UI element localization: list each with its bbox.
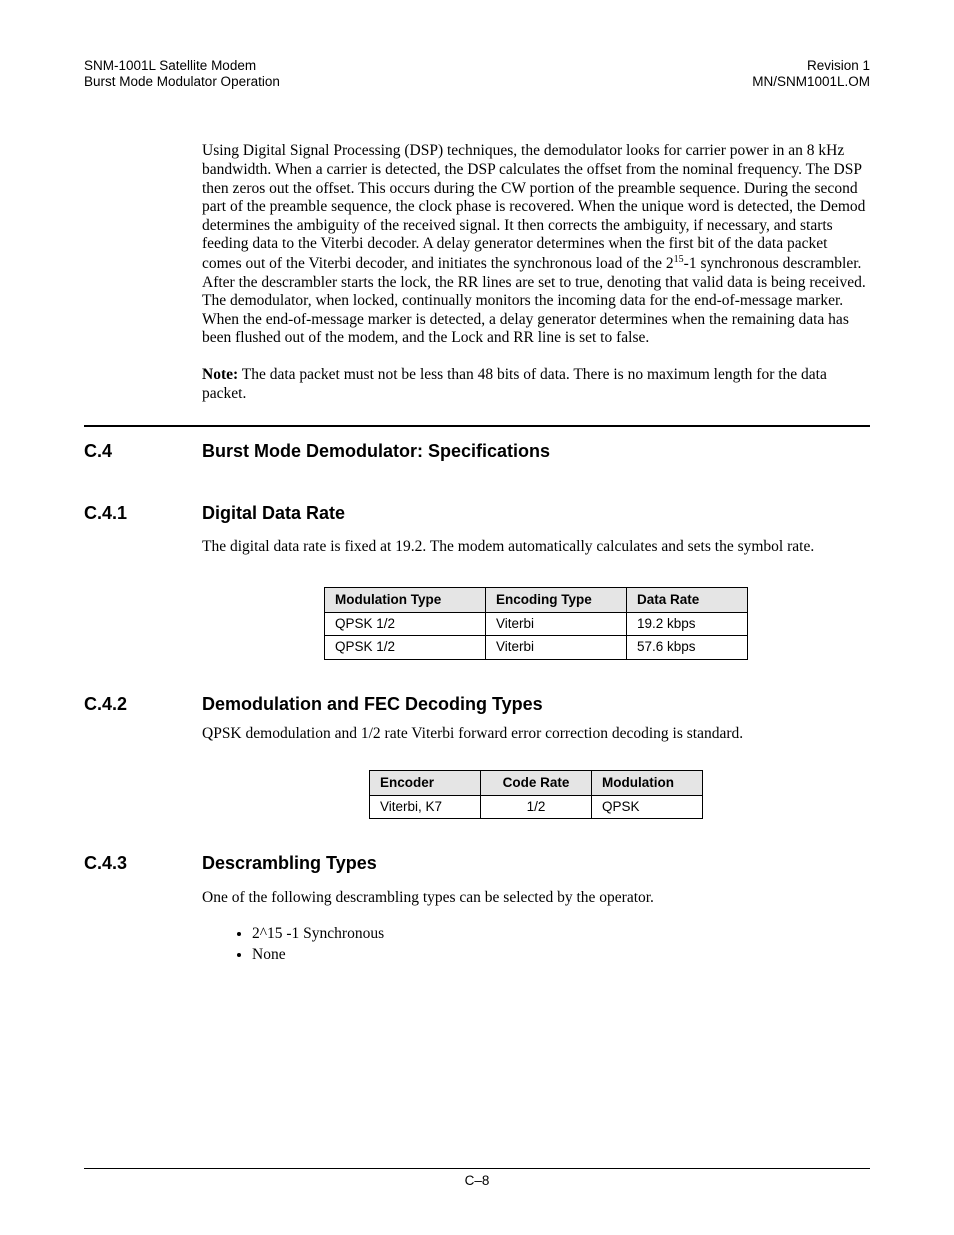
- c43-body: One of the following descrambling types …: [202, 889, 870, 965]
- heading-c42-title: Demodulation and FEC Decoding Types: [202, 694, 543, 716]
- heading-c42: C.4.2 Demodulation and FEC Decoding Type…: [84, 694, 870, 716]
- cell-rate: 57.6 kbps: [627, 636, 748, 659]
- col-data-rate: Data Rate: [627, 588, 748, 613]
- c41-body: The digital data rate is fixed at 19.2. …: [202, 538, 870, 659]
- table-header-row: Modulation Type Encoding Type Data Rate: [325, 588, 748, 613]
- header-right-line1: Revision 1: [752, 58, 870, 74]
- cell-code-rate: 1/2: [481, 795, 592, 818]
- col-encoding-type: Encoding Type: [486, 588, 627, 613]
- c42-paragraph: QPSK demodulation and 1/2 rate Viterbi f…: [202, 725, 870, 744]
- para1-part-a: Using Digital Signal Processing (DSP) te…: [202, 142, 865, 272]
- cell-encoder: Viterbi, K7: [370, 795, 481, 818]
- cell-mod: QPSK 1/2: [325, 636, 486, 659]
- col-encoder: Encoder: [370, 770, 481, 795]
- intro-paragraph: Using Digital Signal Processing (DSP) te…: [202, 142, 870, 348]
- c42-body: QPSK demodulation and 1/2 rate Viterbi f…: [202, 725, 870, 819]
- heading-c4-num: C.4: [84, 441, 202, 463]
- c41-paragraph: The digital data rate is fixed at 19.2. …: [202, 538, 870, 557]
- header-left-line2: Burst Mode Modulator Operation: [84, 74, 280, 90]
- heading-c4-title: Burst Mode Demodulator: Specifications: [202, 441, 550, 463]
- table-row: QPSK 1/2 Viterbi 19.2 kbps: [325, 613, 748, 636]
- list-item: None: [252, 946, 870, 965]
- heading-c42-num: C.4.2: [84, 694, 202, 716]
- heading-c43-title: Descrambling Types: [202, 853, 377, 875]
- table-row: QPSK 1/2 Viterbi 57.6 kbps: [325, 636, 748, 659]
- superscript-15: 15: [674, 254, 684, 265]
- page-number: C–8: [465, 1173, 490, 1188]
- table-header-row: Encoder Code Rate Modulation: [370, 770, 703, 795]
- cell-rate: 19.2 kbps: [627, 613, 748, 636]
- note-paragraph: Note: The data packet must not be less t…: [202, 366, 870, 403]
- descrambling-list: 2^15 -1 Synchronous None: [202, 925, 870, 964]
- heading-c43: C.4.3 Descrambling Types: [84, 853, 870, 875]
- cell-enc: Viterbi: [486, 613, 627, 636]
- heading-c43-num: C.4.3: [84, 853, 202, 875]
- header-right-line2: MN/SNM1001L.OM: [752, 74, 870, 90]
- c43-paragraph: One of the following descrambling types …: [202, 889, 870, 908]
- page: SNM-1001L Satellite Modem Burst Mode Mod…: [0, 0, 954, 1235]
- table-row: Viterbi, K7 1/2 QPSK: [370, 795, 703, 818]
- heading-c4: C.4 Burst Mode Demodulator: Specificatio…: [84, 441, 870, 463]
- heading-c41-title: Digital Data Rate: [202, 503, 345, 525]
- header-left-line1: SNM-1001L Satellite Modem: [84, 58, 280, 74]
- col-code-rate: Code Rate: [481, 770, 592, 795]
- heading-c41-num: C.4.1: [84, 503, 202, 525]
- cell-enc: Viterbi: [486, 636, 627, 659]
- cell-modulation: QPSK: [592, 795, 703, 818]
- heading-c41: C.4.1 Digital Data Rate: [84, 503, 870, 525]
- list-item: 2^15 -1 Synchronous: [252, 925, 870, 944]
- footer-rule: [84, 1168, 870, 1169]
- section-rule: [84, 425, 870, 427]
- data-rate-table: Modulation Type Encoding Type Data Rate …: [324, 587, 748, 660]
- header-right: Revision 1 MN/SNM1001L.OM: [752, 58, 870, 90]
- header-left: SNM-1001L Satellite Modem Burst Mode Mod…: [84, 58, 280, 90]
- cell-mod: QPSK 1/2: [325, 613, 486, 636]
- note-label: Note:: [202, 366, 238, 383]
- page-header: SNM-1001L Satellite Modem Burst Mode Mod…: [84, 58, 870, 90]
- col-modulation-type: Modulation Type: [325, 588, 486, 613]
- col-modulation: Modulation: [592, 770, 703, 795]
- note-text: The data packet must not be less than 48…: [202, 366, 827, 402]
- fec-table: Encoder Code Rate Modulation Viterbi, K7…: [369, 770, 703, 819]
- page-footer: C–8: [84, 1161, 870, 1189]
- body-content: Using Digital Signal Processing (DSP) te…: [202, 142, 870, 403]
